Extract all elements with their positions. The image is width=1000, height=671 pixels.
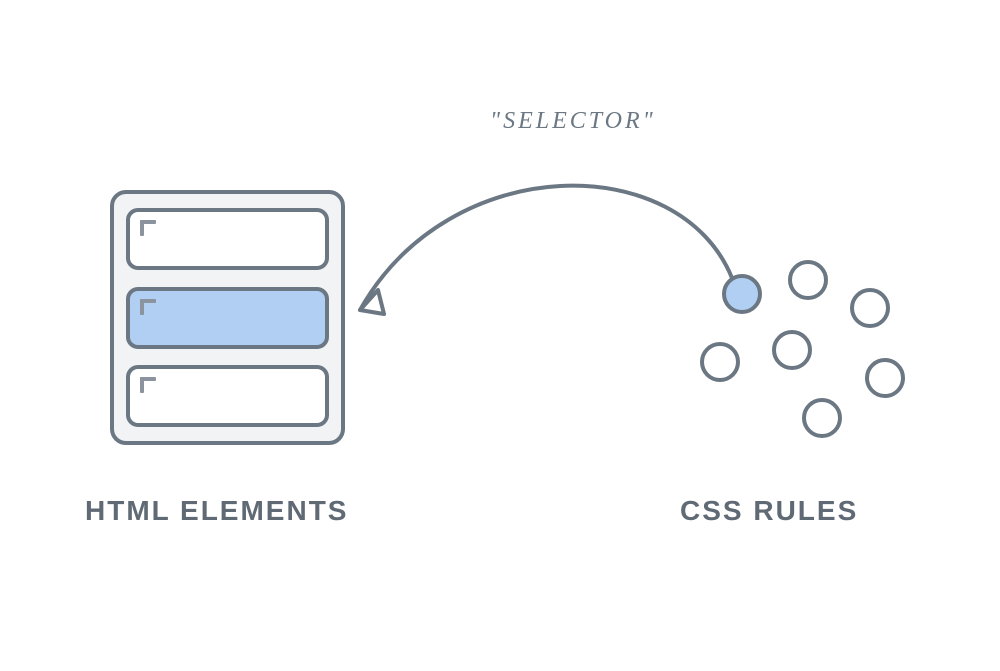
css-rule-circle xyxy=(700,342,740,382)
css-rule-circle xyxy=(865,358,905,398)
corner-mark-icon xyxy=(140,299,156,303)
css-rule-circle xyxy=(788,260,828,300)
css-rule-circle xyxy=(772,330,812,370)
css-rule-circle-selected xyxy=(722,274,762,314)
css-rules-label: CSS RULES xyxy=(680,495,858,527)
css-rule-circle xyxy=(850,288,890,328)
html-elements-label: HTML ELEMENTS xyxy=(85,495,348,527)
html-element-row xyxy=(126,365,329,427)
corner-mark-icon xyxy=(140,377,156,381)
html-element-row xyxy=(126,208,329,270)
diagram-canvas: "SELECTOR" HTML ELEMENTS CSS RULES xyxy=(0,0,1000,671)
selector-label: "SELECTOR" xyxy=(490,108,656,135)
corner-mark-icon xyxy=(140,220,156,224)
html-elements-card xyxy=(110,190,345,445)
css-rule-circle xyxy=(802,398,842,438)
html-element-row-selected xyxy=(126,287,329,349)
